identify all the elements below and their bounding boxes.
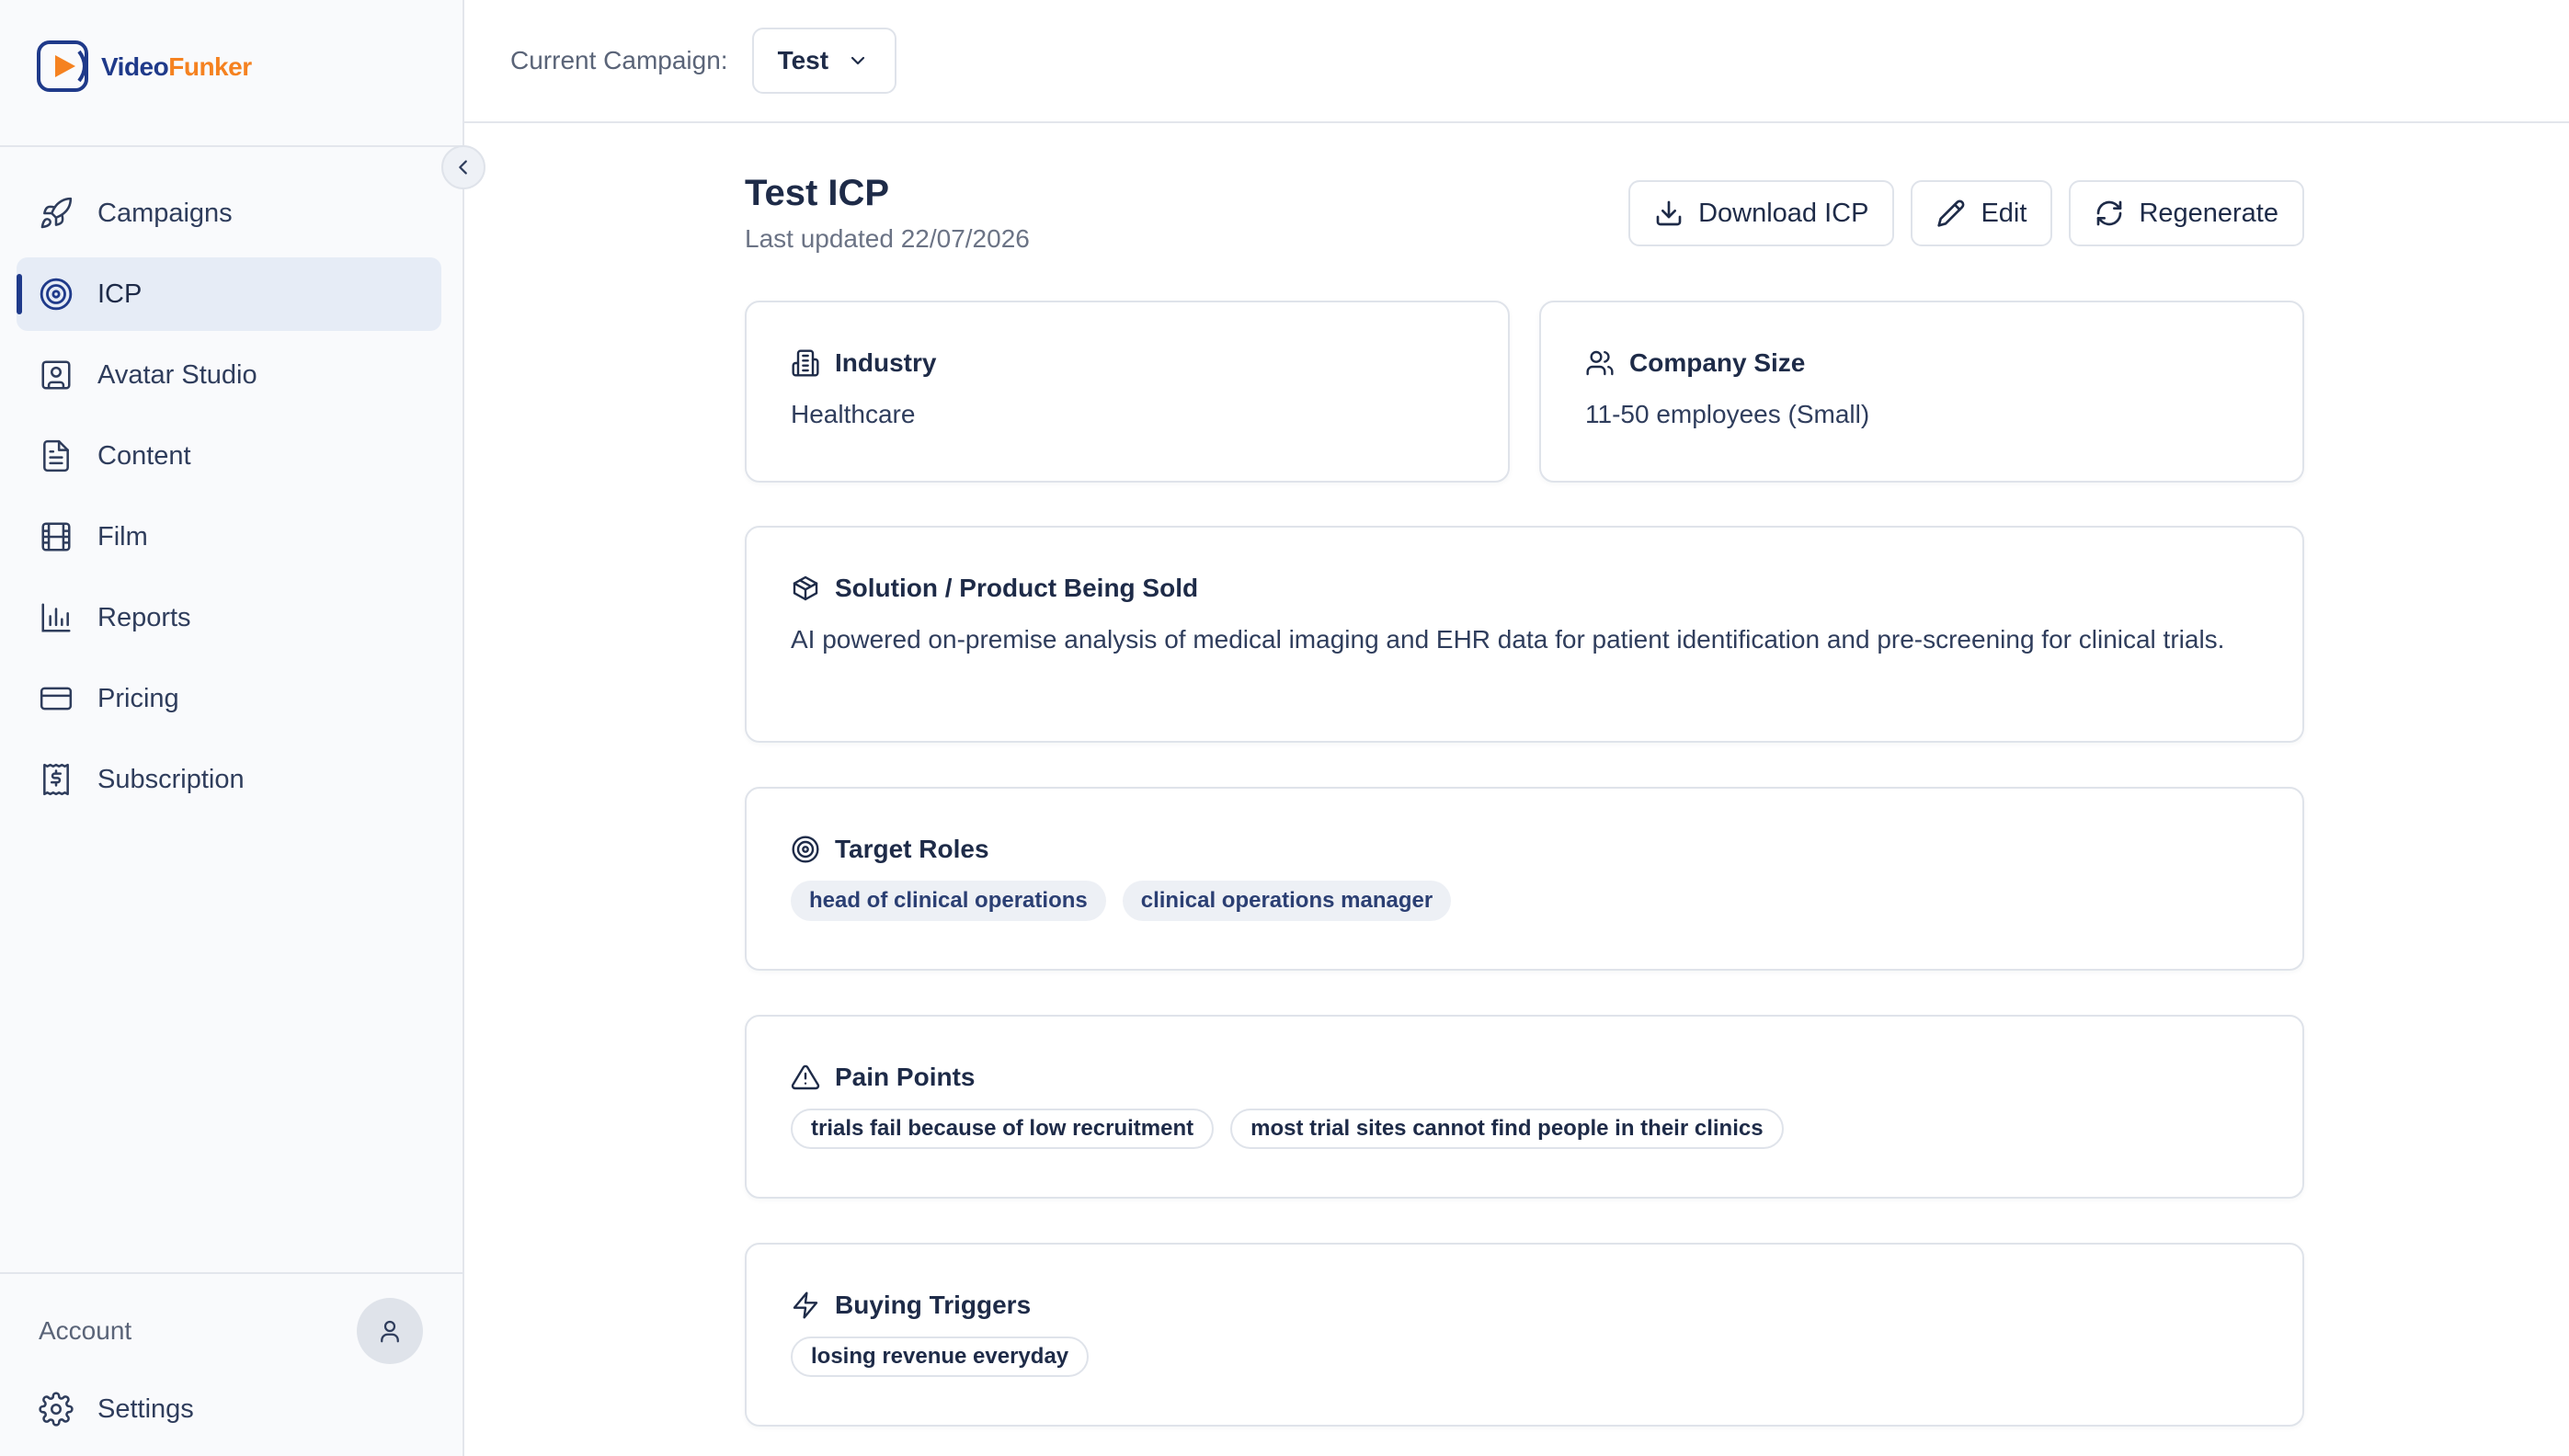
package-icon bbox=[793, 575, 818, 601]
sidebar-item-avatar-studio[interactable]: Avatar Studio bbox=[17, 338, 441, 412]
account-row[interactable]: Account bbox=[39, 1298, 423, 1364]
chevron-down-icon bbox=[851, 56, 865, 65]
card-header: Buying Triggers bbox=[791, 1291, 2258, 1320]
buying-triggers-card: Buying Triggers losing revenue everyday bbox=[745, 1243, 2304, 1427]
sidebar-item-film[interactable]: Film bbox=[17, 500, 441, 574]
refresh-icon bbox=[2097, 200, 2122, 226]
sidebar-item-icp[interactable]: ICP bbox=[17, 257, 441, 331]
logo-play-icon bbox=[37, 40, 88, 92]
target-roles-card: Target Roles head of clinical operations… bbox=[745, 787, 2304, 971]
campaign-select[interactable]: Test bbox=[751, 28, 897, 94]
current-campaign-label: Current Campaign: bbox=[510, 46, 728, 74]
pain-points-heading: Pain Points bbox=[835, 1063, 976, 1091]
logo-text: VideoFunker bbox=[101, 52, 252, 81]
sidebar-item-label: Subscription bbox=[97, 764, 245, 794]
company-size-value: 11-50 employees (Small) bbox=[1585, 400, 1870, 428]
edit-button[interactable]: Edit bbox=[1911, 180, 2053, 246]
sidebar-nav: Campaigns ICP Avatar Studio Content Film… bbox=[17, 176, 441, 824]
sidebar-item-label: ICP bbox=[97, 279, 143, 309]
bar-chart-icon bbox=[41, 603, 71, 632]
target-roles-heading: Target Roles bbox=[835, 835, 989, 863]
company-size-card: Company Size 11-50 employees (Small) bbox=[1539, 301, 2304, 483]
user-icon bbox=[381, 1320, 399, 1343]
sidebar-item-label: Content bbox=[97, 440, 191, 471]
sidebar-item-label: Reports bbox=[97, 602, 191, 632]
logo[interactable]: VideoFunker bbox=[37, 40, 252, 94]
industry-card: Industry Healthcare bbox=[745, 301, 1510, 483]
company-size-heading: Company Size bbox=[1629, 348, 1806, 377]
page-title: Test ICP bbox=[745, 173, 890, 213]
regenerate-label: Regenerate bbox=[2139, 198, 2278, 228]
target-icon bbox=[792, 836, 819, 863]
campaign-select-value: Test bbox=[777, 46, 829, 74]
edit-label: Edit bbox=[1981, 198, 2027, 228]
buying-triggers-tags: losing revenue everyday bbox=[791, 1337, 2258, 1377]
sidebar-item-label: Pricing bbox=[97, 683, 179, 713]
industry-value: Healthcare bbox=[791, 400, 916, 428]
solution-card: Solution / Product Being Sold AI powered… bbox=[745, 526, 2304, 743]
lightning-icon bbox=[793, 1291, 818, 1319]
sidebar-divider bbox=[0, 1272, 462, 1274]
sidebar-divider bbox=[0, 145, 462, 147]
sidebar-item-reports[interactable]: Reports bbox=[17, 581, 441, 654]
solution-value: AI powered on-premise analysis of medica… bbox=[791, 625, 2225, 654]
sidebar-item-label: Campaigns bbox=[97, 198, 233, 228]
account-label: Account bbox=[39, 1316, 132, 1345]
buying-triggers-heading: Buying Triggers bbox=[835, 1291, 1032, 1319]
buying-trigger-tag: losing revenue everyday bbox=[791, 1337, 1090, 1377]
avatar-frame-icon bbox=[41, 360, 71, 390]
pain-point-tag: trials fail because of low recruitment bbox=[791, 1109, 1215, 1149]
sidebar-item-campaigns[interactable]: Campaigns bbox=[17, 176, 441, 250]
building-icon bbox=[792, 349, 819, 377]
card-header: Company Size bbox=[1585, 348, 2258, 378]
card-header: Target Roles bbox=[791, 835, 2258, 864]
card-header: Solution / Product Being Sold bbox=[791, 574, 2258, 603]
film-icon bbox=[41, 522, 71, 552]
settings-label: Settings bbox=[97, 1393, 194, 1424]
target-icon bbox=[40, 278, 73, 311]
credit-card-icon bbox=[40, 687, 73, 711]
pain-point-tag: most trial sites cannot find people in t… bbox=[1230, 1109, 1784, 1149]
users-icon bbox=[1586, 350, 1614, 376]
solution-heading: Solution / Product Being Sold bbox=[835, 574, 1199, 602]
card-header: Industry bbox=[791, 348, 1464, 378]
download-icp-label: Download ICP bbox=[1698, 198, 1869, 228]
card-header: Pain Points bbox=[791, 1063, 2258, 1092]
rocket-icon bbox=[40, 197, 73, 229]
regenerate-button[interactable]: Regenerate bbox=[2069, 180, 2304, 246]
target-roles-tags: head of clinical operations clinical ope… bbox=[791, 881, 2258, 921]
receipt-dollar-icon bbox=[43, 763, 69, 796]
chevron-left-icon bbox=[459, 160, 467, 175]
sidebar: VideoFunker Campaigns ICP Avatar Studio … bbox=[0, 0, 485, 1456]
pencil-icon bbox=[1937, 199, 1965, 227]
page-actions: Download ICP Edit Regenerate bbox=[1628, 180, 2304, 246]
download-icon bbox=[1656, 200, 1682, 226]
sidebar-collapse-button[interactable] bbox=[441, 145, 485, 189]
role-tag: head of clinical operations bbox=[791, 881, 1106, 921]
sidebar-item-label: Avatar Studio bbox=[97, 359, 257, 390]
last-updated: Last updated 22/07/2026 bbox=[745, 224, 1030, 253]
download-icp-button[interactable]: Download ICP bbox=[1628, 180, 1895, 246]
document-icon bbox=[43, 439, 69, 472]
sidebar-item-subscription[interactable]: Subscription bbox=[17, 743, 441, 816]
role-tag: clinical operations manager bbox=[1122, 881, 1452, 921]
sidebar-item-content[interactable]: Content bbox=[17, 419, 441, 493]
top-bar: Current Campaign: Test bbox=[464, 0, 2569, 123]
sidebar-item-label: Film bbox=[97, 521, 148, 552]
industry-heading: Industry bbox=[835, 348, 937, 377]
sidebar-item-settings[interactable]: Settings bbox=[39, 1392, 194, 1427]
warning-triangle-icon bbox=[791, 1064, 820, 1090]
avatar[interactable] bbox=[357, 1298, 423, 1364]
pain-points-tags: trials fail because of low recruitment m… bbox=[791, 1109, 2258, 1149]
sidebar-item-pricing[interactable]: Pricing bbox=[17, 662, 441, 735]
gear-icon bbox=[39, 1392, 74, 1427]
pain-points-card: Pain Points trials fail because of low r… bbox=[745, 1015, 2304, 1199]
